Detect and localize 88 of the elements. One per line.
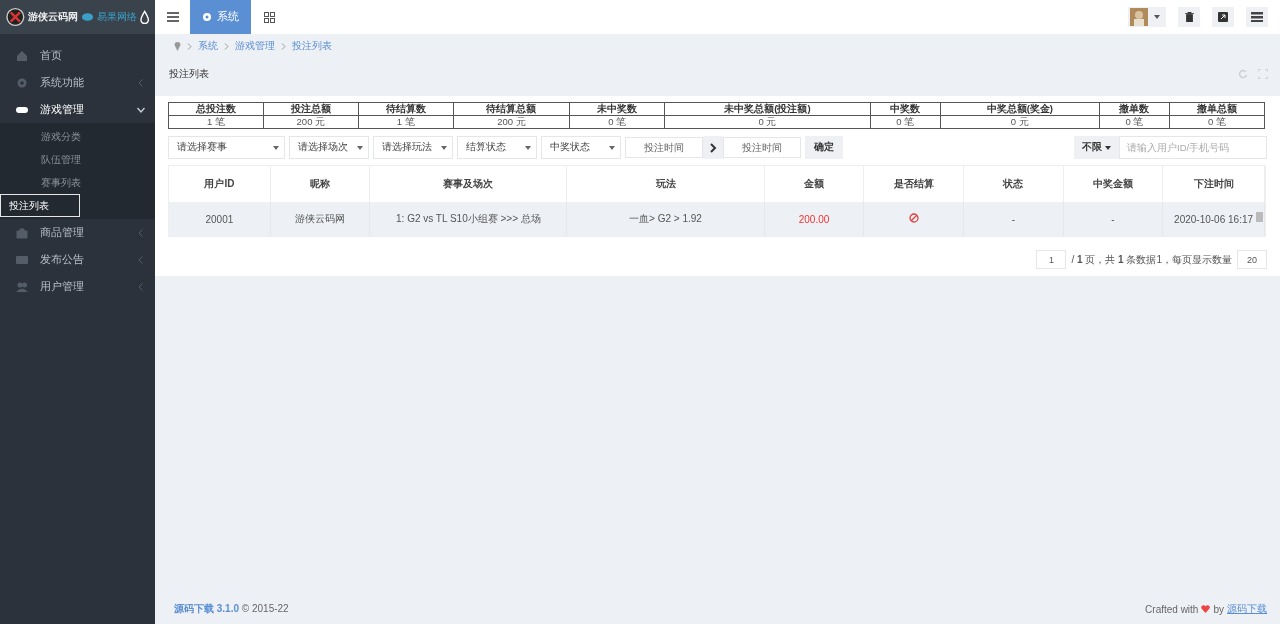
layout-icon: [1251, 12, 1263, 22]
table-cell: 200.00: [764, 202, 864, 236]
stat-header: 待结算总额: [453, 102, 570, 116]
filter-select[interactable]: 结算状态: [457, 136, 537, 159]
page-field[interactable]: 1: [1036, 250, 1067, 269]
date-to-field[interactable]: 投注时间: [723, 137, 801, 158]
table-cell: 一血> G2 > 1.92: [566, 202, 765, 236]
stat-header: 总投注数: [168, 102, 264, 116]
table-cell: 20001: [169, 202, 271, 236]
avatar-icon: [1130, 8, 1148, 26]
logo-icon: [6, 7, 25, 27]
crafted-text: Crafted with: [1145, 603, 1199, 615]
stat-value: 200 元: [453, 115, 570, 129]
stat-header: 待结算数: [358, 102, 454, 116]
caret-icon: [441, 145, 447, 150]
page-size-field[interactable]: 20: [1237, 250, 1267, 269]
date-from-field[interactable]: 投注时间: [625, 137, 703, 158]
table-cell: 2020-10-06 16:17: [1162, 202, 1265, 236]
stat-header: 撤单数: [1099, 102, 1170, 116]
submenu-item[interactable]: 队伍管理: [0, 148, 155, 171]
stat-value: 0 元: [940, 115, 1100, 129]
panel-button[interactable]: [1246, 7, 1268, 27]
confirm-button[interactable]: 确定: [805, 136, 843, 159]
chevron-right-icon: [709, 142, 717, 153]
sidebar-item[interactable]: 系统功能: [0, 69, 155, 96]
scope-dropdown[interactable]: 不限: [1074, 136, 1119, 159]
trash-icon: [1184, 12, 1194, 22]
stat-value: 0 元: [664, 115, 871, 129]
submenu-item[interactable]: 游戏分类: [0, 125, 155, 148]
users-icon: [16, 280, 28, 293]
stat-header: 中奖数: [870, 102, 941, 116]
panel-title: 投注列表: [169, 67, 209, 81]
droplet-icon[interactable]: [139, 10, 149, 24]
table-cell: 游侠云码网: [270, 202, 370, 236]
stat-value: 1 笔: [358, 115, 454, 129]
home-icon: [16, 49, 28, 62]
sidebar-item[interactable]: 用户管理: [0, 273, 155, 300]
card-icon: [16, 253, 28, 266]
by-text: by: [1213, 603, 1224, 615]
gear-icon: [16, 76, 28, 89]
filter-select[interactable]: 中奖状态: [541, 136, 621, 159]
caret-icon: [1105, 146, 1111, 150]
table-cell: -: [1063, 202, 1163, 236]
copyright-text: © 2015-22: [241, 603, 289, 614]
location-pin-icon: [174, 41, 181, 51]
grid-icon[interactable]: [264, 11, 275, 23]
filter-select[interactable]: 请选择玩法: [373, 136, 453, 159]
caret-icon: [1154, 15, 1160, 19]
sidebar-item[interactable]: 商品管理: [0, 219, 155, 246]
stat-header: 撤单总额: [1169, 102, 1265, 116]
expand-button[interactable]: [1212, 7, 1234, 27]
stat-value: 0 笔: [1169, 115, 1265, 129]
bag-icon: [16, 226, 28, 239]
trash-button[interactable]: [1178, 7, 1200, 27]
separator-icon: [224, 42, 229, 50]
page-summary: / 1 页，共 1 条数据1，每页显示数量: [1071, 252, 1232, 267]
caret-icon: [525, 145, 531, 150]
caret-icon: [357, 145, 363, 150]
caret-icon: [273, 145, 279, 150]
stat-value: 1 笔: [168, 115, 264, 129]
stat-header: 投注总额: [263, 102, 359, 116]
filter-select[interactable]: 请选择赛事: [168, 136, 285, 159]
submenu-item[interactable]: 赛事列表: [0, 171, 155, 194]
stat-header: 未中奖数: [569, 102, 665, 116]
stat-header: 中奖总额(奖金): [940, 102, 1100, 116]
menu-icon[interactable]: [167, 12, 179, 22]
heart-icon: [1201, 605, 1211, 613]
sidebar-item[interactable]: 首页: [0, 42, 155, 69]
search-field[interactable]: 请输入用户ID/手机号码: [1119, 136, 1267, 159]
separator-icon: [187, 42, 192, 50]
gear-icon: [202, 12, 212, 22]
stat-value: 0 笔: [1099, 115, 1170, 129]
stat-value: 0 笔: [870, 115, 941, 129]
partner-text: 易果网络: [96, 10, 137, 24]
caret-icon: [609, 145, 615, 150]
sidebar-item[interactable]: 发布公告: [0, 246, 155, 273]
stat-value: 0 笔: [569, 115, 665, 129]
sidebar-item[interactable]: 游戏管理: [0, 96, 155, 123]
logo-text: 游侠云码网: [27, 10, 78, 24]
table-cell: 1: G2 vs TL S10小组赛 >>> 总场: [369, 202, 567, 236]
stat-value: 200 元: [263, 115, 359, 129]
table-cell: -: [963, 202, 1064, 236]
separator-icon: [281, 42, 286, 50]
submenu-item[interactable]: 投注列表: [0, 194, 80, 217]
user-menu-button[interactable]: [1128, 7, 1166, 27]
filter-select[interactable]: 请选择场次: [289, 136, 369, 159]
stat-header: 未中奖总额(投注额): [664, 102, 871, 116]
expand-icon: [1218, 12, 1228, 22]
